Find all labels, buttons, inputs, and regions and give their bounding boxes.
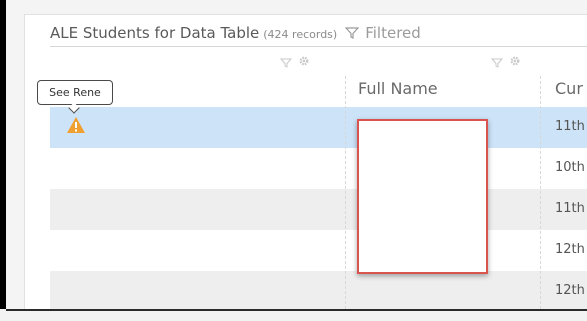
grade-cell: 11th — [555, 119, 585, 134]
column-header-full-name[interactable]: Full Name — [358, 79, 438, 98]
grade-cell: 12th — [555, 283, 585, 298]
table-row[interactable]: 10th — [50, 148, 587, 189]
column-filter-icon[interactable] — [279, 57, 293, 72]
fullname-gear-icon[interactable] — [509, 55, 521, 70]
table-row[interactable]: 12th — [50, 230, 587, 271]
filter-status[interactable]: Filtered — [365, 24, 421, 42]
grade-cell: 12th — [555, 242, 585, 257]
tooltip-text: See Rene — [49, 86, 101, 99]
column-divider[interactable] — [540, 76, 541, 309]
grade-cell: 11th — [555, 201, 585, 216]
table-title-text: ALE Students for Data Table — [50, 24, 260, 42]
bottom-border — [6, 309, 587, 311]
grade-cell: 10th — [555, 160, 585, 175]
table-row[interactable]: 11th — [50, 107, 587, 148]
record-count: (424 records) — [263, 28, 338, 41]
table-title: ALE Students for Data Table (424 records)… — [50, 24, 421, 44]
fullname-filter-icon[interactable] — [490, 57, 504, 72]
table-row[interactable]: 12th — [50, 271, 587, 312]
tooltip: See Rene — [37, 80, 113, 105]
title-divider — [50, 46, 587, 47]
table-row[interactable]: 11th — [50, 189, 587, 230]
column-divider[interactable] — [345, 76, 346, 309]
filter-icon[interactable] — [344, 26, 360, 44]
redaction-box — [357, 119, 488, 274]
column-header-current[interactable]: Cur — [555, 79, 583, 98]
warning-icon[interactable] — [66, 116, 86, 134]
column-gear-icon[interactable] — [298, 55, 310, 70]
